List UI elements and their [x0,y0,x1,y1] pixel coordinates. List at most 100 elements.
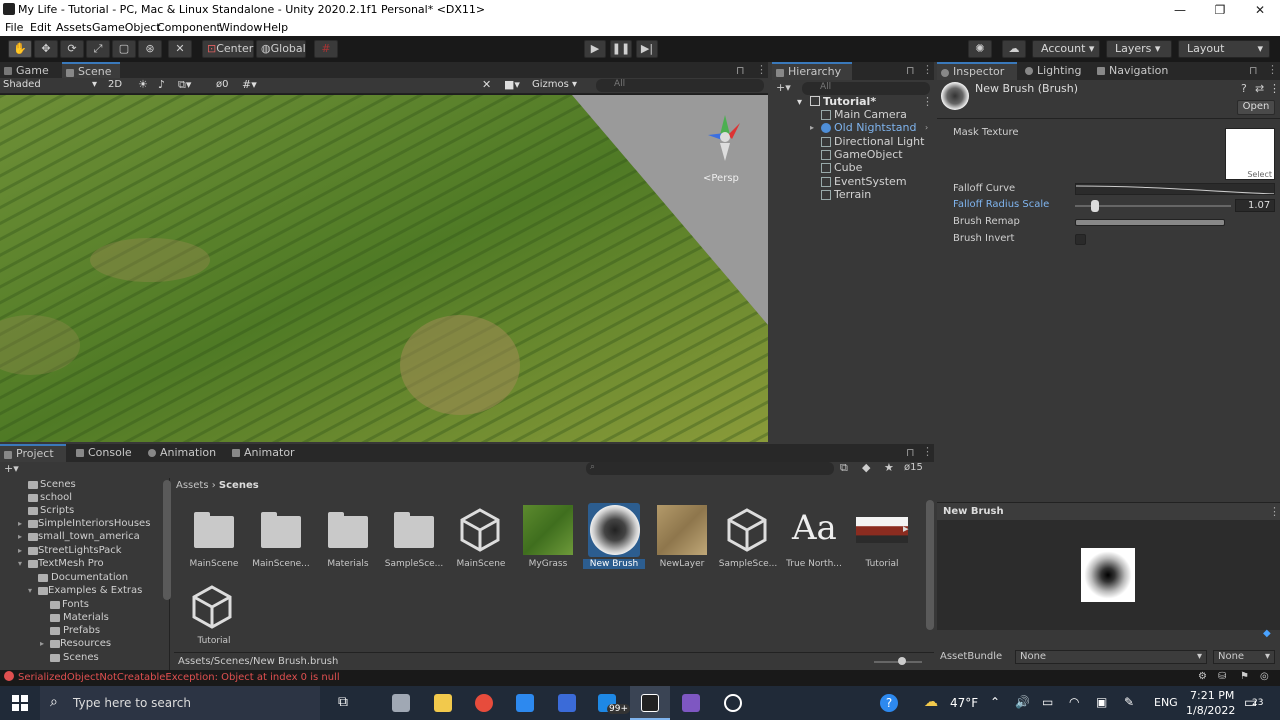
unity-hub-icon[interactable] [724,694,742,712]
transform-tool-icon[interactable]: ⊛ [138,40,162,58]
tree-scrollbar[interactable] [163,480,171,600]
menu-edit[interactable]: Edit [30,21,51,34]
visual-studio-icon[interactable] [682,694,700,712]
folder-icon[interactable] [328,512,368,548]
tree-item[interactable]: ▾ TextMesh Pro [18,558,104,569]
collab-icon[interactable]: ✺ [968,40,992,58]
tab-inspector[interactable]: Inspector [937,62,1017,80]
add-object-button[interactable]: +▾ [776,81,791,94]
tab-animation[interactable]: Animation [144,444,224,462]
status-message[interactable]: SerializedObjectNotCreatableException: O… [18,672,340,683]
step-button-icon[interactable]: ▶| [636,40,658,58]
asset-label[interactable]: Tutorial [851,559,913,569]
scene-viewport[interactable]: <Persp [0,95,768,442]
pen-icon[interactable]: ✎ [1124,695,1134,709]
tab-animator[interactable]: Animator [228,444,304,462]
tab-hierarchy[interactable]: Hierarchy [772,62,852,80]
asset-label[interactable]: SampleSce... [383,559,445,569]
tree-item[interactable]: Scripts [28,505,74,516]
lock-icon[interactable]: ⊓ [906,446,915,459]
hidden-packages-toggle[interactable]: ø15 [904,462,923,473]
tree-item[interactable]: ▾ Examples & Extras [28,585,142,596]
folder-icon[interactable] [394,512,434,548]
kebab-menu-icon[interactable]: ⋮ [922,63,933,76]
weather-temp[interactable]: 47°F [950,696,978,710]
asset-label[interactable]: Materials [317,559,379,569]
rect-tool-icon[interactable]: ▢ [112,40,136,58]
language-indicator[interactable]: ENG [1154,696,1178,709]
move-tool-icon[interactable]: ✥ [34,40,58,58]
lighting-toggle-icon[interactable]: ☀ [138,78,148,91]
play-button-icon[interactable]: ▶ [584,40,606,58]
weather-icon[interactable]: ☁ [924,694,938,710]
tree-item[interactable]: Scenes [50,652,99,663]
scene-root-label[interactable]: Tutorial* [823,95,876,108]
grid-toggle-icon[interactable]: #▾ [242,78,257,91]
scene-search-input[interactable]: All [596,79,764,92]
breadcrumb-current[interactable]: Scenes [219,480,259,491]
task-view-icon[interactable]: ⧉ [338,694,348,710]
breadcrumb-root[interactable]: Assets [176,480,209,491]
kebab-menu-icon[interactable]: ⋮ [1269,505,1280,518]
file-explorer-icon[interactable] [434,694,452,712]
asset-label[interactable]: SampleSce... [717,559,779,569]
filter-label-icon[interactable]: ◆ [862,461,870,474]
hand-tool-icon[interactable]: ✋ [8,40,32,58]
hierarchy-item[interactable]: Old Nightstand [834,121,916,134]
hierarchy-item[interactable]: Directional Light [834,135,924,148]
audio-toggle-icon[interactable]: ♪ [158,78,165,91]
tree-item[interactable]: Prefabs [50,625,100,636]
menu-gameobject[interactable]: GameObject [92,21,161,34]
folder-icon[interactable] [261,512,301,548]
lock-icon[interactable]: ⊓ [736,64,745,77]
camera-dropdown-icon[interactable]: ■▾ [504,78,520,91]
pause-button-icon[interactable]: ❚❚ [610,40,632,58]
falloff-radius-value[interactable]: 1.07 [1235,199,1275,212]
asset-label[interactable]: MainScene [450,559,512,569]
grass-texture-thumbnail[interactable] [523,505,573,555]
layers-dropdown[interactable]: Layers ▾ [1106,40,1172,58]
clock-date[interactable]: 1/8/2022 [1186,704,1235,717]
asset-label[interactable]: True North... [783,559,845,569]
tab-navigation[interactable]: Navigation [1093,62,1183,80]
prefab-expand-icon[interactable]: ▸ [903,522,909,535]
help-icon[interactable]: ? [880,694,898,712]
expand-arrow-icon[interactable]: ▸ [810,123,814,132]
unity-app-icon[interactable] [641,694,659,712]
tree-item[interactable]: Fonts [50,599,89,610]
hierarchy-item[interactable]: Terrain [834,188,871,201]
asset-label[interactable]: MyGrass [517,559,579,569]
asset-label[interactable]: NewLayer [651,559,713,569]
settings-icon[interactable]: ⇄ [1255,82,1264,95]
project-search-input[interactable]: ⌕ [586,462,834,475]
battery-icon[interactable]: ▭ [1042,695,1053,709]
chrome-icon[interactable] [475,694,493,712]
cloud-icon[interactable]: ☁ [1002,40,1026,58]
tree-item[interactable]: Scenes [28,479,76,490]
prefab-thumbnail[interactable] [856,517,908,543]
speaker-icon[interactable]: 🔊 [1015,695,1030,709]
hierarchy-item[interactable]: GameObject [834,148,903,161]
close-button[interactable]: ✕ [1240,0,1280,20]
asset-label[interactable]: Tutorial [183,636,245,646]
open-button[interactable]: Open [1237,100,1275,115]
layout-dropdown[interactable]: Layout ▾ [1178,40,1270,58]
assetbundle-variant-dropdown[interactable]: None ▾ [1213,650,1275,664]
falloff-radius-slider-track[interactable] [1075,200,1231,212]
tab-project[interactable]: Project [0,444,66,462]
brush-invert-checkbox[interactable] [1075,234,1086,245]
menu-assets[interactable]: Assets [56,21,92,34]
assetbundle-dropdown[interactable]: None ▾ [1015,650,1207,664]
tree-item[interactable]: school [28,492,72,503]
persp-label[interactable]: <Persp [703,173,739,184]
display-icon[interactable]: ▣ [1096,695,1107,709]
chevron-right-icon[interactable]: › [925,123,928,132]
tree-item[interactable]: Documentation [38,572,128,583]
hierarchy-search-input[interactable]: All [802,82,930,95]
tools-icon[interactable]: ✕ [482,78,491,91]
asset-label[interactable]: MainScene... [250,559,312,569]
hierarchy-item[interactable]: Main Camera [834,108,907,121]
tab-lighting[interactable]: Lighting [1021,62,1095,80]
kebab-menu-icon[interactable]: ⋮ [1269,82,1280,95]
maximize-button[interactable]: ❐ [1200,0,1240,20]
